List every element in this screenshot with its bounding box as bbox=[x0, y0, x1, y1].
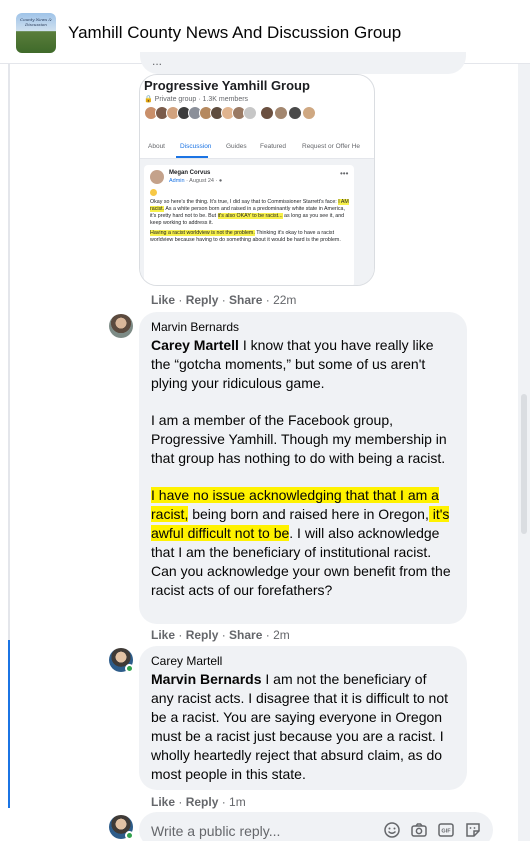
embed-tab-about: About bbox=[148, 143, 165, 150]
attached-image[interactable]: Progressive Yamhill Group 🔒 Private grou… bbox=[139, 74, 375, 286]
member-avatars bbox=[144, 106, 344, 124]
embed-post-avatar bbox=[150, 170, 164, 184]
share-button[interactable]: Share bbox=[229, 293, 262, 307]
reply-button[interactable]: Reply bbox=[186, 628, 219, 642]
scrollbar-thumb[interactable] bbox=[521, 394, 527, 534]
embed-group-meta: 🔒 Private group · 1.3K members bbox=[144, 96, 249, 103]
emoji-icon bbox=[150, 189, 157, 196]
camera-icon[interactable] bbox=[410, 821, 428, 839]
embed-post-panel: Megan Corvus Admin · August 24 · ● ••• O… bbox=[140, 159, 374, 285]
embed-tab-discussion: Discussion bbox=[180, 143, 212, 150]
comment-bubble: Marvin Bernards Carey Martell I know tha… bbox=[139, 312, 467, 624]
online-status-icon bbox=[125, 664, 134, 673]
embed-post: Megan Corvus Admin · August 24 · ● ••• O… bbox=[144, 165, 354, 285]
thread-line bbox=[8, 64, 10, 640]
embed-tabs: About Discussion Guides Featured Request… bbox=[140, 135, 374, 159]
mention-link[interactable]: Marvin Bernards bbox=[151, 671, 261, 687]
reply-placeholder: Write a public reply... bbox=[151, 823, 281, 839]
comment-text: Carey Martell I know that you have reall… bbox=[151, 337, 451, 598]
reply-input[interactable]: Write a public reply... GIF bbox=[139, 812, 493, 841]
embed-post-role: Admin · August 24 · ● bbox=[169, 178, 223, 184]
thread-line-active bbox=[8, 640, 10, 808]
group-thumbnail[interactable]: County News & Discussion bbox=[16, 13, 56, 53]
comment-author[interactable]: Carey Martell bbox=[151, 654, 222, 668]
embed-post-body: Okay so here's the thing. It's true, I d… bbox=[150, 199, 349, 243]
gif-icon[interactable]: GIF bbox=[437, 821, 455, 839]
embed-group-title: Progressive Yamhill Group bbox=[144, 78, 310, 93]
emoji-icon[interactable] bbox=[383, 821, 401, 839]
embed-tab-request: Request or Offer He bbox=[302, 143, 361, 150]
reply-button[interactable]: Reply bbox=[186, 293, 219, 307]
comment-author[interactable]: Marvin Bernards bbox=[151, 320, 239, 334]
embed-tab-guides: Guides bbox=[226, 143, 247, 150]
svg-text:GIF: GIF bbox=[441, 829, 451, 835]
embed-tab-featured: Featured bbox=[260, 143, 287, 150]
group-thumbnail-text: County News & Discussion bbox=[20, 17, 52, 27]
timestamp[interactable]: 22m bbox=[273, 293, 296, 307]
comment-text: Marvin Bernards I am not the beneficiary… bbox=[151, 671, 448, 782]
reply-actions: Like · Reply · 1m bbox=[151, 795, 246, 809]
mention-link[interactable]: Carey Martell bbox=[151, 337, 239, 353]
reply-button[interactable]: Reply bbox=[186, 795, 219, 809]
group-title[interactable]: Yamhill County News And Discussion Group bbox=[68, 23, 401, 43]
avatar[interactable] bbox=[109, 314, 133, 338]
timestamp[interactable]: 2m bbox=[273, 628, 290, 642]
more-options-icon: ••• bbox=[340, 169, 349, 178]
previous-comment-bubble: ... bbox=[140, 52, 466, 74]
comment-actions: Like · Reply · Share · 2m bbox=[151, 628, 290, 642]
sticker-icon[interactable] bbox=[464, 821, 482, 839]
share-button[interactable]: Share bbox=[229, 628, 262, 642]
embed-post-author: Megan Corvus bbox=[169, 170, 211, 176]
like-button[interactable]: Like bbox=[151, 628, 175, 642]
image-actions: Like · Reply · Share · 22m bbox=[151, 293, 297, 307]
timestamp[interactable]: 1m bbox=[229, 795, 246, 809]
like-button[interactable]: Like bbox=[151, 293, 175, 307]
embed-tab-underline bbox=[176, 156, 208, 158]
reply-bubble: Carey Martell Marvin Bernards I am not t… bbox=[139, 646, 467, 790]
like-button[interactable]: Like bbox=[151, 795, 175, 809]
composer-icons: GIF bbox=[383, 821, 487, 841]
online-status-icon bbox=[125, 831, 134, 840]
scrollbar[interactable] bbox=[518, 64, 530, 841]
